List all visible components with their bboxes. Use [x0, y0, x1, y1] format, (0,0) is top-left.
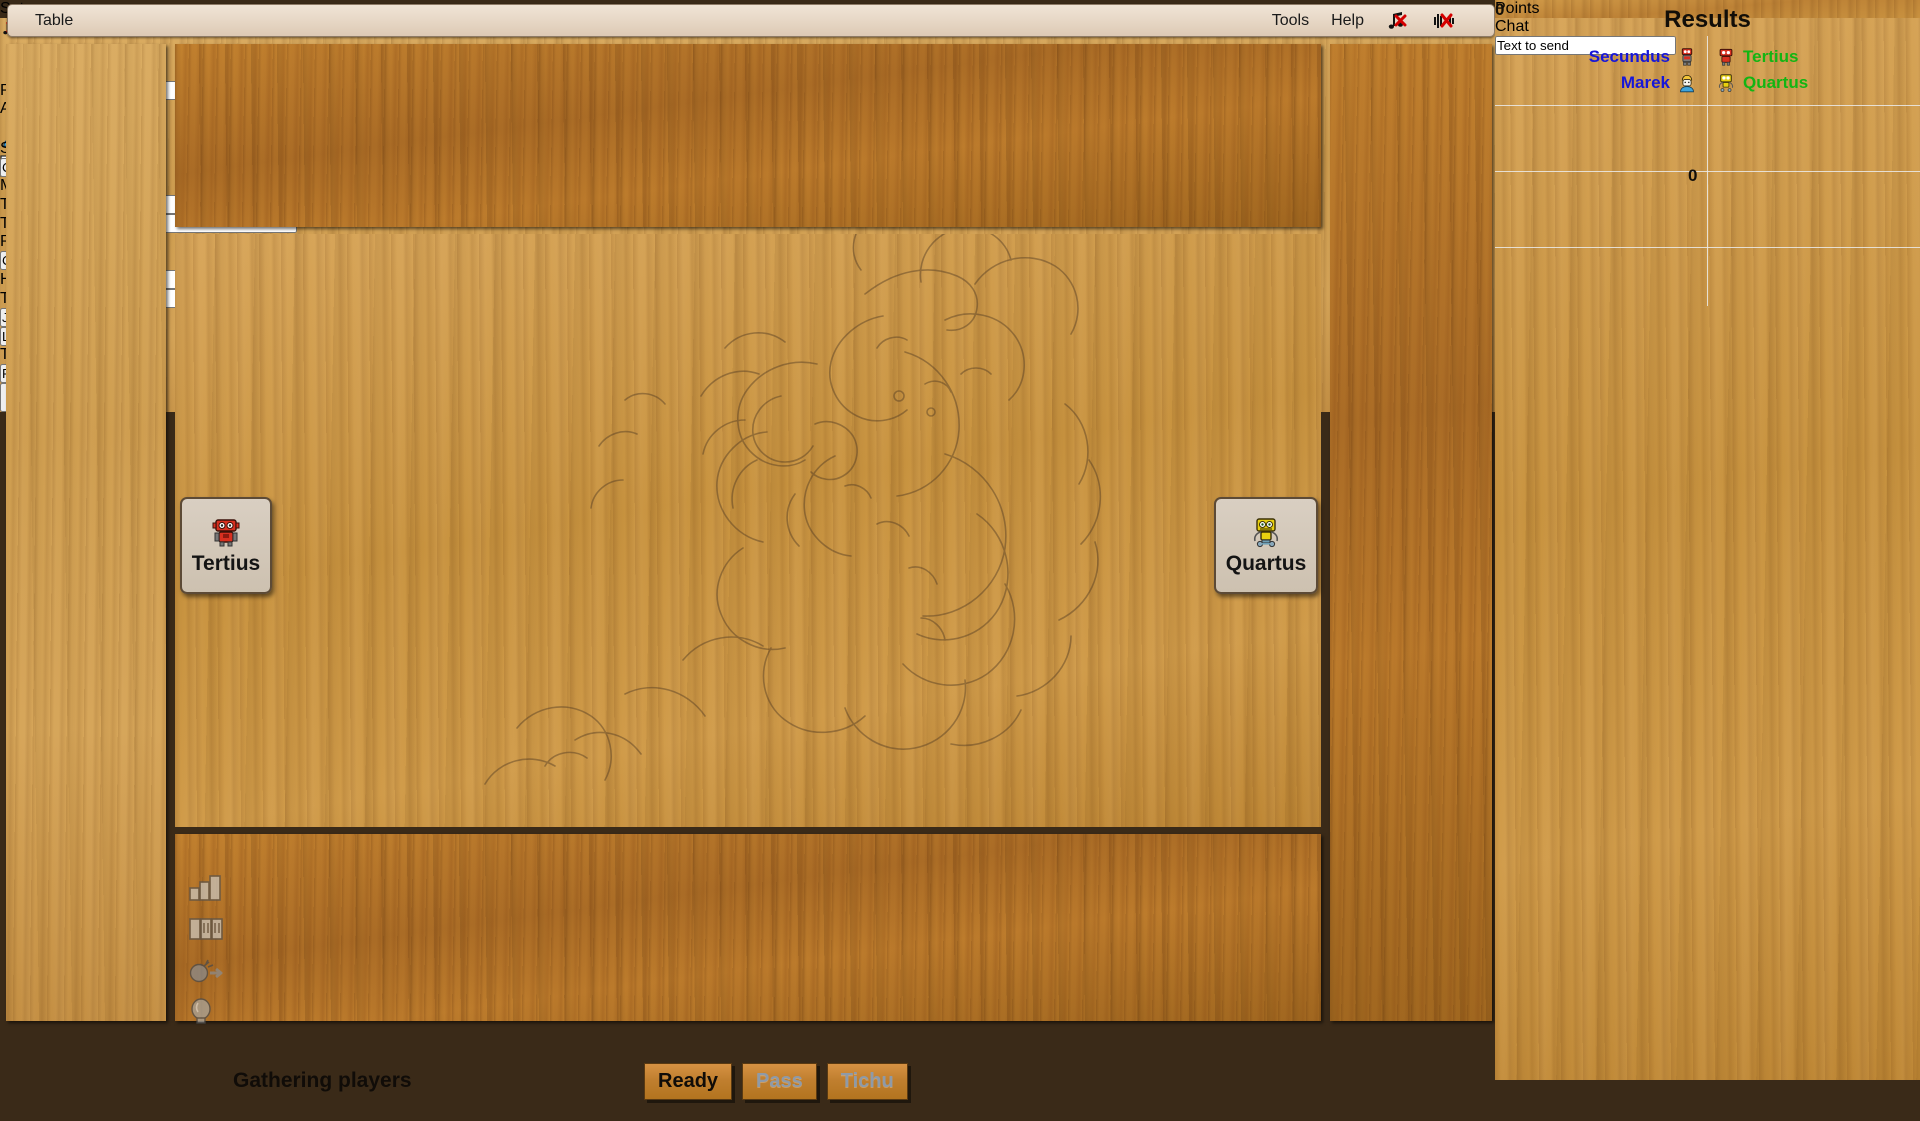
team-b-score: 0	[1495, 0, 1504, 20]
robot-yellow-avatar-icon	[1249, 516, 1283, 548]
menubar-right-group: Tools Help	[1272, 10, 1494, 32]
app-root: Table Tools Help	[0, 0, 1920, 1080]
table-plank-bottom	[175, 834, 1321, 1021]
sound-muted-icon[interactable]	[1432, 10, 1456, 32]
robot-yellow-avatar-icon	[1716, 71, 1736, 95]
robot-red-avatar-icon	[1677, 45, 1697, 69]
table-plank-right	[1330, 44, 1492, 1021]
results-player-secundus: Secundus	[1495, 44, 1703, 70]
results-divider-2	[1495, 171, 1920, 172]
cards-notes-icon[interactable]	[188, 915, 224, 945]
table-surface	[175, 234, 1321, 827]
team-a-score: 0	[1688, 166, 1697, 186]
results-divider-3	[1495, 247, 1920, 248]
player-plate-quartus[interactable]: Quartus	[1214, 497, 1318, 594]
action-buttons-group: Ready Pass Tichu	[644, 1063, 908, 1100]
table-plank-top	[175, 44, 1321, 227]
window-title: Table	[35, 12, 73, 30]
robot-red-avatar-icon	[1716, 45, 1736, 69]
ready-button[interactable]: Ready	[644, 1063, 732, 1100]
results-title: Results	[1495, 6, 1920, 34]
human-blond-avatar-icon	[1677, 71, 1697, 95]
bottom-bar: Gathering players Ready Pass Tichu	[0, 1053, 1495, 1121]
dragon-artwork	[365, 234, 1195, 827]
player-plate-tertius[interactable]: Tertius	[180, 497, 272, 594]
table-tools-group	[188, 874, 224, 1027]
cards-bars-icon[interactable]	[188, 874, 224, 904]
results-player-name: Secundus	[1589, 47, 1670, 67]
music-muted-icon[interactable]	[1386, 10, 1410, 32]
results-player-name: Quartus	[1743, 73, 1808, 93]
results-divider-1	[1495, 105, 1920, 106]
lightbulb-hint-icon[interactable]	[188, 997, 224, 1027]
menu-help[interactable]: Help	[1331, 12, 1364, 30]
player-plate-label: Tertius	[192, 552, 260, 576]
menubar: Table Tools Help	[7, 4, 1495, 37]
game-table-area: Tertius Quartus	[0, 41, 1495, 1080]
table-plank-left	[6, 44, 166, 1021]
menu-tools[interactable]: Tools	[1272, 12, 1309, 30]
robot-red-avatar-icon	[209, 516, 243, 548]
results-player-tertius: Tertius	[1710, 44, 1798, 70]
results-player-quartus: Quartus	[1710, 70, 1808, 96]
results-player-name: Marek	[1621, 73, 1670, 93]
player-plate-label: Quartus	[1226, 552, 1307, 576]
results-player-name: Tertius	[1743, 47, 1798, 67]
bomb-arrow-icon[interactable]	[188, 956, 224, 986]
tichu-button[interactable]: Tichu	[827, 1063, 908, 1100]
results-player-marek: Marek	[1495, 70, 1703, 96]
game-status-text: Gathering players	[233, 1069, 412, 1093]
right-panel: Results Secundus Marek	[1495, 0, 1920, 1080]
pass-button[interactable]: Pass	[742, 1063, 817, 1100]
